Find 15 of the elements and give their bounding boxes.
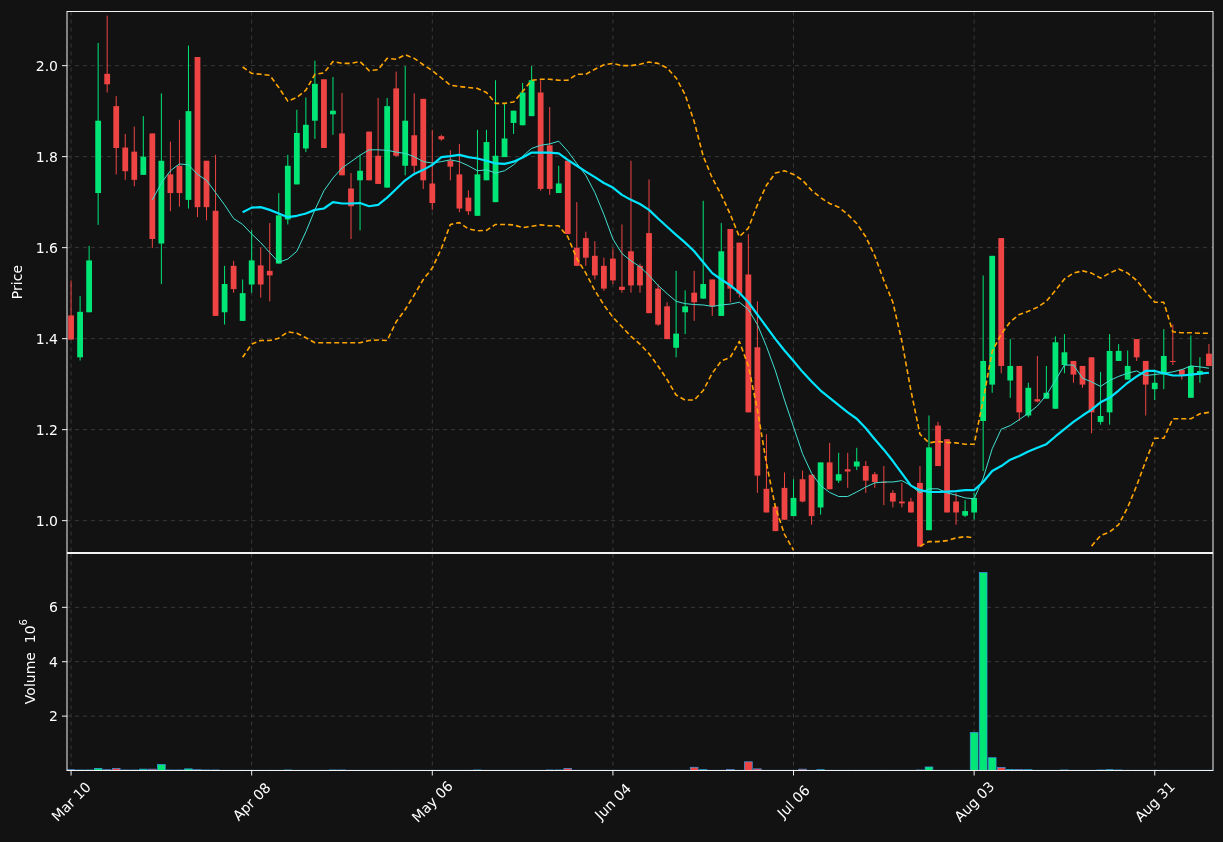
axis-tick-label: Jun 04	[591, 780, 635, 823]
axis-tick-label: 2.0	[35, 57, 58, 74]
axis-tick-label: 1.8	[35, 148, 58, 165]
axis-title: Price	[9, 264, 25, 300]
axis-tick-label: 6	[49, 599, 58, 616]
axis-tick-label: Apr 08	[229, 779, 274, 824]
axis-tick-label: 2	[49, 708, 58, 725]
axis-tick-label: 4	[49, 653, 58, 670]
axis-tick-label: 1.6	[35, 239, 58, 256]
axis-tick-label: 1.4	[35, 330, 58, 347]
axis-tick-label: Aug 31	[1131, 778, 1178, 825]
axis-tick-label: 1.2	[35, 421, 58, 438]
axis-tick-label: 1.0	[35, 512, 58, 529]
axis-tick-label: Jul 06	[774, 782, 813, 821]
axis-tick-label: Mar 10	[48, 778, 94, 825]
